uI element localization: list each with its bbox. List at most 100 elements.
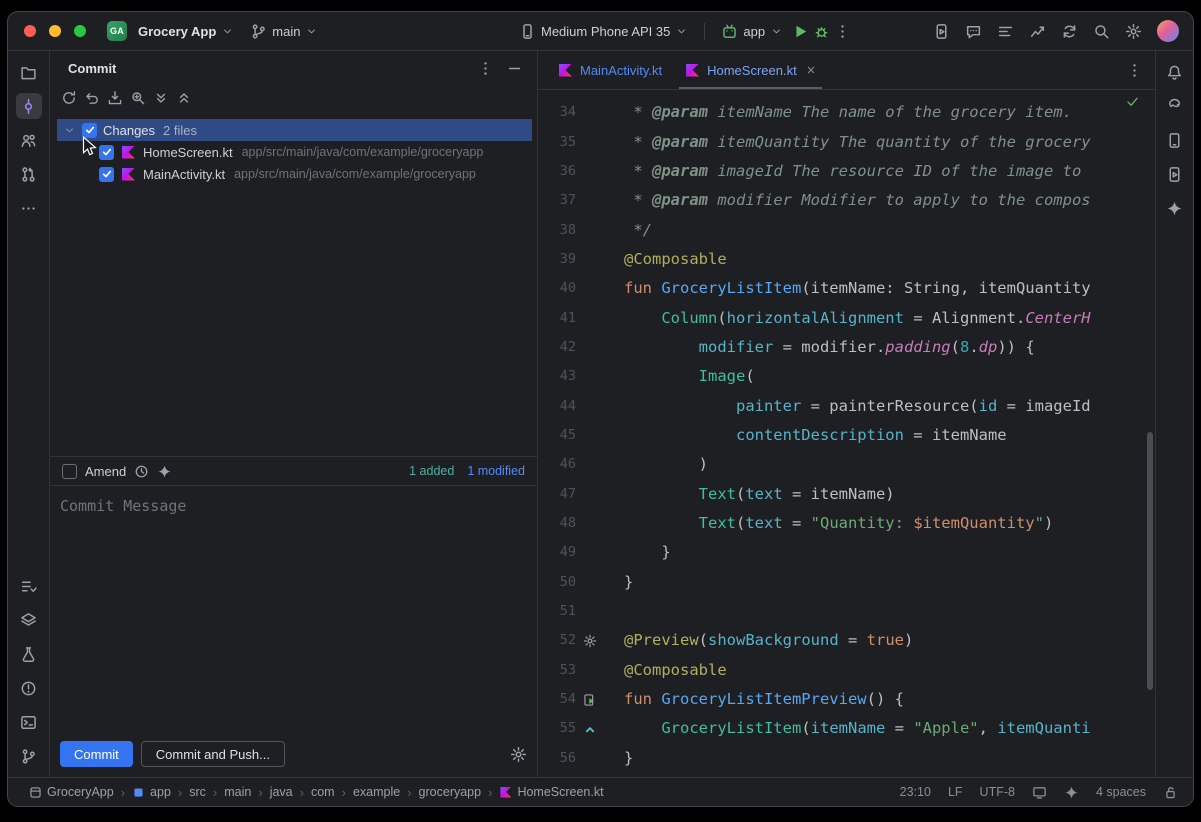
todo-button[interactable] bbox=[16, 573, 42, 599]
code-line: 53@Composable bbox=[538, 656, 1155, 685]
file-checkbox[interactable] bbox=[99, 167, 114, 182]
breadcrumb-item[interactable]: groceryapp bbox=[419, 785, 482, 799]
sync-icon[interactable] bbox=[1061, 23, 1078, 40]
close-tab-icon[interactable] bbox=[805, 64, 817, 76]
branch-menu[interactable]: main bbox=[245, 19, 323, 44]
file-encoding[interactable]: UTF-8 bbox=[980, 785, 1015, 799]
gradle-button[interactable] bbox=[1162, 93, 1188, 119]
gutter bbox=[576, 421, 604, 450]
code-text: Text(text = itemName) bbox=[604, 480, 895, 509]
code-line: 44 painter = painterResource(id = imageI… bbox=[538, 392, 1155, 421]
code-line: 40fun GroceryListItem(itemName: String, … bbox=[538, 274, 1155, 303]
commit-panel-header: Commit bbox=[50, 51, 537, 85]
breadcrumb-item[interactable]: app bbox=[132, 785, 171, 799]
minimize-window-button[interactable] bbox=[49, 25, 61, 37]
resource-manager-button[interactable] bbox=[16, 607, 42, 633]
code-line: 55 GroceryListItem(itemName = "Apple", i… bbox=[538, 714, 1155, 743]
zoom-window-button[interactable] bbox=[74, 25, 86, 37]
expand-all-icon[interactable] bbox=[153, 90, 169, 106]
run-configuration-selector[interactable]: app bbox=[716, 19, 788, 44]
commit-and-push-button[interactable]: Commit and Push... bbox=[141, 741, 285, 767]
terminal-button[interactable] bbox=[16, 709, 42, 735]
search-icon[interactable] bbox=[1093, 23, 1110, 40]
running-devices-button[interactable] bbox=[1162, 161, 1188, 187]
shelve-icon[interactable] bbox=[107, 90, 123, 106]
kotlin-icon bbox=[684, 62, 701, 79]
logcat-icon[interactable] bbox=[997, 23, 1014, 40]
refresh-icon[interactable] bbox=[61, 90, 77, 106]
inspection-ok-icon[interactable] bbox=[1125, 94, 1140, 109]
commit-history-icon[interactable] bbox=[134, 464, 149, 479]
chevron-down-icon[interactable] bbox=[63, 124, 76, 137]
run-button[interactable] bbox=[792, 23, 809, 40]
amend-checkbox[interactable] bbox=[62, 464, 77, 479]
commit-settings-icon[interactable] bbox=[510, 746, 527, 763]
gemini-button[interactable] bbox=[1162, 195, 1188, 221]
caret-position[interactable]: 23:10 bbox=[900, 785, 931, 799]
debug-button[interactable] bbox=[813, 23, 830, 40]
line-number: 34 bbox=[538, 98, 576, 127]
settings-icon[interactable] bbox=[1125, 23, 1142, 40]
pull-requests-button[interactable] bbox=[16, 161, 42, 187]
breadcrumb-item[interactable]: java bbox=[270, 785, 293, 799]
close-window-button[interactable] bbox=[24, 25, 36, 37]
breadcrumb-label: GroceryApp bbox=[47, 785, 114, 799]
project-menu[interactable]: Grocery App bbox=[133, 20, 239, 43]
device-manager-button[interactable] bbox=[1162, 127, 1188, 153]
breadcrumb-item[interactable]: GroceryApp bbox=[29, 785, 114, 799]
indent-setting[interactable]: 4 spaces bbox=[1096, 785, 1146, 799]
app-inspection-button[interactable] bbox=[16, 641, 42, 667]
collab-button[interactable] bbox=[16, 127, 42, 153]
problems-button[interactable] bbox=[16, 675, 42, 701]
gutter bbox=[576, 186, 604, 215]
breadcrumb-item[interactable]: com bbox=[311, 785, 335, 799]
file-row[interactable]: MainActivity.ktapp/src/main/java/com/exa… bbox=[50, 163, 537, 185]
editor-tab[interactable]: MainActivity.kt bbox=[546, 51, 673, 89]
line-separator[interactable]: LF bbox=[948, 785, 963, 799]
editor-tabs-options-icon[interactable] bbox=[1126, 62, 1143, 79]
running-devices-icon[interactable] bbox=[933, 23, 950, 40]
commit-button[interactable]: Commit bbox=[60, 741, 133, 767]
run-toolbar: Medium Phone API 35 app bbox=[514, 12, 851, 50]
ai-status-icon[interactable] bbox=[1064, 785, 1079, 800]
code-text: @Composable bbox=[604, 656, 727, 685]
editor-tab[interactable]: HomeScreen.kt bbox=[673, 51, 828, 89]
commit-options-icon[interactable] bbox=[477, 60, 494, 77]
commit-tool-button[interactable] bbox=[16, 93, 42, 119]
more-run-actions-icon[interactable] bbox=[834, 23, 851, 40]
chevron-down-icon bbox=[675, 25, 688, 38]
collapse-gutter-icon[interactable] bbox=[583, 722, 597, 736]
commit-message-input[interactable]: Commit Message bbox=[50, 485, 537, 731]
titlebar-left: GA Grocery App main bbox=[24, 12, 323, 50]
code-editor[interactable]: 33 *34 * @param itemName The name of the… bbox=[538, 90, 1155, 777]
device-selector[interactable]: Medium Phone API 35 bbox=[514, 19, 693, 44]
rollback-icon[interactable] bbox=[84, 90, 100, 106]
project-folder-button[interactable] bbox=[16, 59, 42, 85]
changes-root-row[interactable]: Changes 2 files bbox=[57, 119, 532, 141]
status-bar: GroceryApp›app›src›main›java›com›example… bbox=[8, 777, 1193, 806]
gear-icon[interactable] bbox=[583, 634, 597, 648]
file-checkbox[interactable] bbox=[99, 145, 114, 160]
breadcrumb-label: java bbox=[270, 785, 293, 799]
preview-diff-icon[interactable] bbox=[130, 90, 146, 106]
run-preview-icon[interactable] bbox=[583, 693, 597, 707]
hide-panel-icon[interactable] bbox=[506, 60, 523, 77]
screen-layout-icon[interactable] bbox=[1032, 785, 1047, 800]
app-insights-icon[interactable] bbox=[1029, 23, 1046, 40]
breadcrumb-item[interactable]: example bbox=[353, 785, 400, 799]
code-text: @Composable bbox=[604, 245, 727, 274]
notifications-button[interactable] bbox=[1162, 59, 1188, 85]
breadcrumb-item[interactable]: src bbox=[189, 785, 206, 799]
studio-bot-icon[interactable] bbox=[965, 23, 982, 40]
ai-commit-message-icon[interactable] bbox=[157, 464, 172, 479]
write-access-icon[interactable] bbox=[1163, 785, 1178, 800]
file-row[interactable]: HomeScreen.ktapp/src/main/java/com/examp… bbox=[50, 141, 537, 163]
more-tools-button[interactable] bbox=[16, 195, 42, 221]
breadcrumb-item[interactable]: main bbox=[224, 785, 251, 799]
collapse-all-icon[interactable] bbox=[176, 90, 192, 106]
changes-checkbox[interactable] bbox=[82, 123, 97, 138]
editor-scrollbar[interactable] bbox=[1147, 432, 1153, 690]
version-control-button[interactable] bbox=[16, 743, 42, 769]
breadcrumb-item[interactable]: HomeScreen.kt bbox=[499, 785, 603, 799]
avatar[interactable] bbox=[1157, 20, 1179, 42]
